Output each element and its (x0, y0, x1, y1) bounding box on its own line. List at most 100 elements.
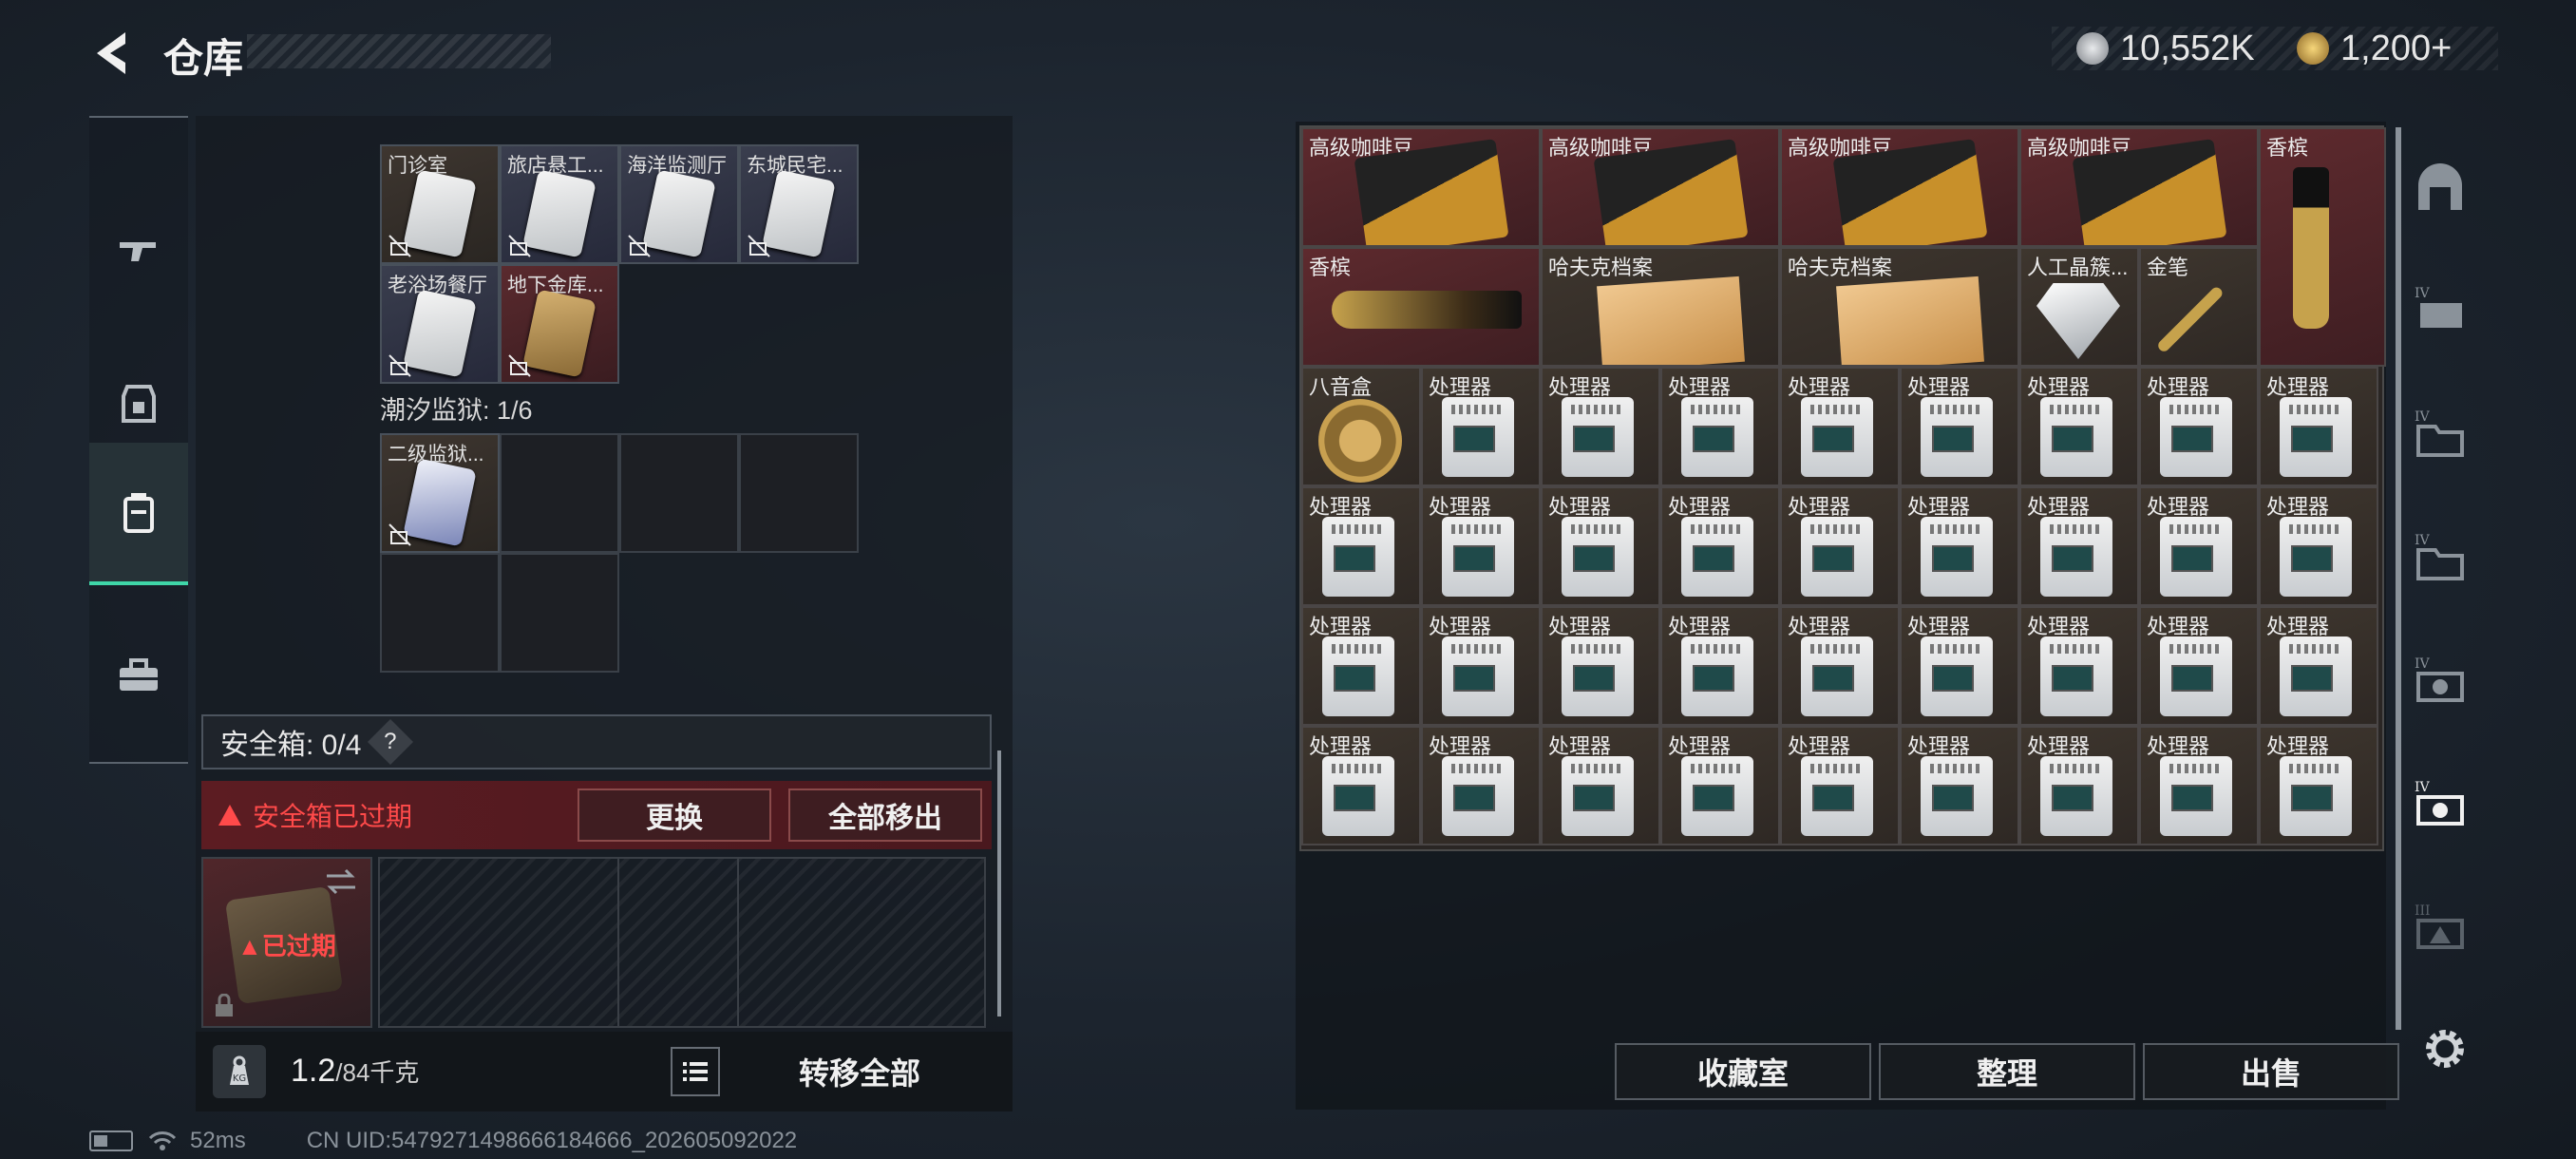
stash-item[interactable]: 处理器 (1900, 486, 2019, 606)
stash-item[interactable]: 处理器 (1780, 726, 1900, 846)
stash-item[interactable]: 处理器 (2019, 606, 2139, 726)
back-button[interactable] (87, 27, 135, 80)
storage-tab[interactable]: IV (2394, 502, 2487, 616)
stash-item[interactable]: 处理器 (2139, 367, 2259, 486)
help-button[interactable]: ? (368, 718, 414, 766)
empty-slot[interactable] (619, 433, 739, 553)
stash-item[interactable]: 处理器 (1301, 606, 1421, 726)
stash-item[interactable]: 处理器 (1660, 486, 1780, 606)
safe-box-expired-banner: 安全箱已过期 更换 全部移出 (201, 781, 992, 849)
stash-item[interactable]: 处理器 (2259, 486, 2378, 606)
stash-item[interactable]: 处理器 (2139, 726, 2259, 846)
stash-item[interactable]: 处理器 (1780, 486, 1900, 606)
stash-item[interactable]: 处理器 (2139, 486, 2259, 606)
storage-tab[interactable]: IV (2394, 625, 2487, 739)
stash-item[interactable]: 处理器 (2259, 367, 2378, 486)
svg-text:IV: IV (2415, 533, 2431, 548)
title-stripe (247, 34, 551, 68)
empty-slot[interactable] (500, 553, 619, 673)
stash-item[interactable]: 高级咖啡豆 (1301, 127, 1541, 247)
item-icon (2280, 756, 2352, 836)
warning-icon (218, 805, 241, 826)
empty-slot[interactable] (739, 433, 859, 553)
replace-button[interactable]: 更换 (578, 788, 771, 842)
stash-item[interactable]: 高级咖啡豆 (1780, 127, 2019, 247)
stash-item[interactable]: 处理器 (2259, 606, 2378, 726)
stash-item[interactable]: 处理器 (2259, 726, 2378, 846)
transfer-all-button[interactable]: 转移全部 (731, 1037, 988, 1106)
nav-containers[interactable] (89, 443, 188, 585)
item-icon (1562, 756, 1634, 836)
stash-item[interactable]: 处理器 (1660, 606, 1780, 726)
empty-slot[interactable] (500, 433, 619, 553)
item-icon (2293, 167, 2329, 329)
collection-room-button[interactable]: 收藏室 (1615, 1043, 1871, 1100)
key-slot[interactable]: 东城民宅... (739, 144, 859, 264)
stash-item[interactable]: 香槟 (1301, 247, 1541, 367)
list-icon (683, 1062, 708, 1081)
stash-item[interactable]: 高级咖啡豆 (1541, 127, 1780, 247)
sell-button[interactable]: 出售 (2143, 1043, 2399, 1100)
prison-section-label: 潮汐监狱: 1/6 (380, 396, 533, 425)
stash-item[interactable]: 处理器 (1301, 726, 1421, 846)
safe-case-slot[interactable]: ▲已过期 (201, 857, 372, 1028)
stash-item[interactable]: 处理器 (1421, 726, 1541, 846)
nav-tools[interactable] (89, 604, 188, 747)
stash-item[interactable]: 处理器 (2139, 606, 2259, 726)
stash-item[interactable]: 处理器 (1541, 606, 1660, 726)
stash-item[interactable]: 八音盒 (1301, 367, 1421, 486)
storage-tab[interactable]: III (2394, 872, 2487, 986)
stash-item[interactable]: 香槟 (2259, 127, 2386, 367)
stash-item[interactable]: 处理器 (1421, 606, 1541, 726)
stash-item[interactable]: 处理器 (1780, 606, 1900, 726)
list-view-button[interactable] (671, 1047, 720, 1096)
stash-item[interactable]: 人工晶簇... (2019, 247, 2139, 367)
storage-tab[interactable] (2394, 131, 2487, 245)
stash-item[interactable]: 处理器 (1541, 726, 1660, 846)
settings-button[interactable] (2418, 1022, 2472, 1075)
page-title: 仓库 (163, 36, 244, 81)
organize-button[interactable]: 整理 (1879, 1043, 2135, 1100)
stash-item[interactable]: 处理器 (2019, 367, 2139, 486)
item-icon (1597, 276, 1745, 365)
currency-gold[interactable]: 1,200+ (2297, 27, 2452, 70)
left-category-nav (89, 116, 188, 764)
stash-item[interactable]: 处理器 (1900, 606, 2019, 726)
item-label: 人工晶簇... (2027, 256, 2129, 279)
stash-item[interactable]: 处理器 (1660, 726, 1780, 846)
storage-tab[interactable]: IV (2394, 255, 2487, 369)
stash-item[interactable]: 处理器 (2019, 486, 2139, 606)
item-icon (1801, 397, 1873, 477)
stash-item[interactable]: 处理器 (1541, 486, 1660, 606)
stash-item[interactable]: 高级咖啡豆 (2019, 127, 2259, 247)
stash-item[interactable]: 处理器 (1900, 367, 2019, 486)
storage-tab[interactable]: IV (2394, 378, 2487, 492)
stash-item[interactable]: 处理器 (1421, 486, 1541, 606)
item-icon (1562, 636, 1634, 716)
currency-silver[interactable]: 10,552K (2076, 27, 2255, 70)
stash-item[interactable]: 处理器 (2019, 726, 2139, 846)
stash-item[interactable]: 金笔 (2139, 247, 2259, 367)
key-slot[interactable]: 地下金库... (500, 264, 619, 384)
stash-item[interactable]: 处理器 (1541, 367, 1660, 486)
unbound-icon (748, 235, 770, 257)
item-icon (1921, 636, 1993, 716)
gun-icon (120, 242, 156, 261)
key-slot[interactable]: 门诊室 (380, 144, 500, 264)
stash-item[interactable]: 处理器 (1780, 367, 1900, 486)
stash-item[interactable]: 处理器 (1301, 486, 1421, 606)
stash-item[interactable]: 哈夫克档案 (1541, 247, 1780, 367)
key-slot[interactable]: 海洋监测厅 (619, 144, 739, 264)
stash-item[interactable]: 处理器 (1900, 726, 2019, 846)
key-slot[interactable]: 旅店悬工... (500, 144, 619, 264)
remove-all-button[interactable]: 全部移出 (788, 788, 982, 842)
stash-item[interactable]: 处理器 (1421, 367, 1541, 486)
key-slot[interactable]: 老浴场餐厅 (380, 264, 500, 384)
key-slot[interactable]: 二级监狱... (380, 433, 500, 553)
stash-item[interactable]: 处理器 (1660, 367, 1780, 486)
empty-slot[interactable] (380, 553, 500, 673)
stash-item[interactable]: 哈夫克档案 (1780, 247, 2019, 367)
left-scrollbar[interactable] (997, 750, 1001, 1016)
storage-tab-active[interactable]: IV (2394, 749, 2487, 863)
nav-weapons[interactable] (89, 180, 188, 323)
